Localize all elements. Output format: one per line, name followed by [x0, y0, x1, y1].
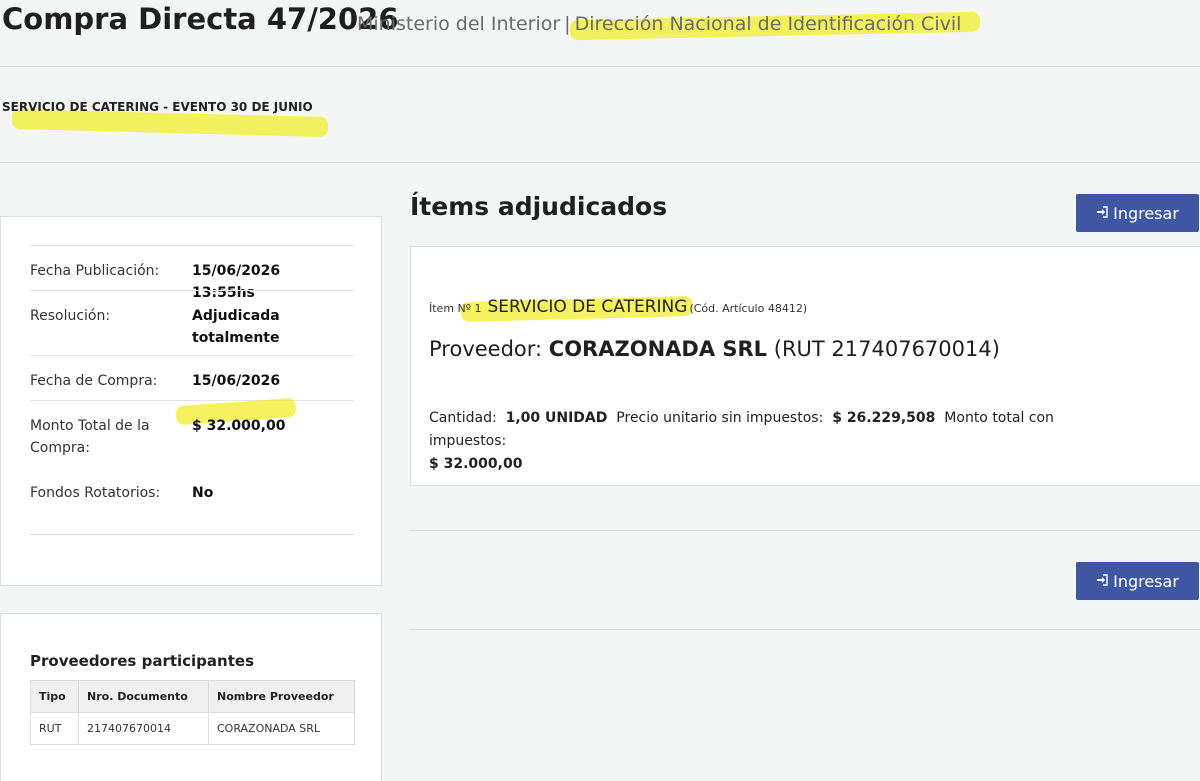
provider-label: Proveedor:: [429, 337, 543, 361]
column-header-provider-name: Nombre Proveedor: [208, 680, 355, 713]
column-header-document: Nro. Documento: [78, 680, 209, 713]
info-row-purchase-date: Fecha de Compra: 15/06/2026: [30, 355, 354, 400]
quantity-value: 1,00 UNIDAD: [505, 410, 608, 426]
info-row-publication-date: Fecha Publicación: 15/06/2026 13:55hs: [30, 245, 354, 301]
ingresar-button-bottom[interactable]: Ingresar: [1076, 562, 1199, 600]
table-cell: 217407670014: [78, 712, 209, 745]
info-row-rotary-funds: Fondos Rotatorios: No: [30, 468, 354, 528]
unit-price-label: Precio unitario sin impuestos:: [616, 410, 824, 426]
provider-rut: (RUT 217407670014): [773, 337, 1000, 361]
sign-in-icon: [1096, 205, 1108, 221]
item-number: Ítem Nº 1: [429, 302, 482, 315]
office-name: Dirección Nacional de Identificación Civ…: [574, 13, 962, 35]
sign-in-icon: [1096, 573, 1108, 589]
awarded-items-heading: Ítems adjudicados: [410, 192, 668, 221]
info-label: Fondos Rotatorios:: [30, 485, 161, 501]
awarded-item-card: Ítem Nº 1 SERVICIO DE CATERING (Cód. Artíc…: [410, 246, 1200, 486]
page-title: Compra Directa 47/2026: [2, 2, 399, 36]
ingresar-button-label: Ingresar: [1113, 203, 1179, 223]
subtitle-band: SERVICIO DE CATERING - EVENTO 30 DE JUNI…: [0, 67, 1200, 163]
ingresar-button[interactable]: Ingresar: [1076, 194, 1199, 232]
info-row-resolution: Resolución: Adjudicada totalmente: [30, 290, 354, 355]
column-header-type: Tipo: [30, 680, 79, 713]
page-organization: Ministerio del Interior | Dirección Nacion…: [357, 13, 961, 35]
info-label: Fecha de Compra:: [30, 373, 158, 389]
info-row-total-amount: Monto Total de la Compra: $ 32.000,00: [30, 397, 354, 468]
ministry-name: Ministerio del Interior: [357, 13, 561, 35]
table-cell: RUT: [30, 712, 79, 745]
purchase-subtitle: SERVICIO DE CATERING - EVENTO 30 DE JUNI…: [2, 100, 313, 114]
info-divider: [30, 534, 354, 535]
item-details: Cantidad: 1,00 UNIDAD Precio unitario si…: [429, 407, 1129, 476]
quantity-label: Cantidad:: [429, 410, 497, 426]
providers-table-wrapper: Tipo Nro. Documento Nombre Proveedor RUT…: [30, 680, 355, 745]
section-divider: [410, 629, 1200, 630]
page-header: Compra Directa 47/2026 Ministerio del In…: [0, 0, 1200, 67]
item-title-line: Ítem Nº 1 SERVICIO DE CATERING (Cód. Artíc…: [429, 297, 807, 317]
providers-table: Tipo Nro. Documento Nombre Proveedor RUT…: [30, 680, 355, 745]
info-value: No: [192, 485, 214, 501]
item-name: SERVICIO DE CATERING: [487, 297, 688, 317]
item-provider: Proveedor: CORAZONADA SRL (RUT 217407670…: [429, 337, 1000, 361]
purchase-info-card: Fecha Publicación: 15/06/2026 13:55hs Re…: [0, 216, 382, 586]
header-separator: |: [564, 13, 571, 35]
section-divider: [410, 530, 1200, 531]
table-header-row: Tipo Nro. Documento Nombre Proveedor: [30, 680, 355, 713]
info-label: Monto Total de la Compra:: [30, 418, 150, 456]
item-article-code: (Cód. Artículo 48412): [689, 302, 808, 315]
info-label: Resolución:: [30, 308, 111, 324]
info-label: Fecha Publicación:: [30, 263, 160, 279]
provider-name: CORAZONADA SRL: [548, 337, 768, 361]
table-row: RUT 217407670014 CORAZONADA SRL: [30, 712, 355, 745]
table-cell: CORAZONADA SRL: [208, 712, 355, 745]
total-amount-value: $ 32.000,00: [429, 456, 523, 472]
info-value: $ 32.000,00: [192, 418, 286, 434]
info-value: Adjudicada totalmente: [192, 308, 280, 346]
ingresar-button-label: Ingresar: [1113, 571, 1179, 591]
providers-title: Proveedores participantes: [30, 652, 254, 670]
unit-price-value: $ 26.229,508: [832, 410, 936, 426]
providers-card: Proveedores participantes Tipo Nro. Docu…: [0, 613, 382, 781]
info-value: 15/06/2026: [192, 373, 281, 389]
